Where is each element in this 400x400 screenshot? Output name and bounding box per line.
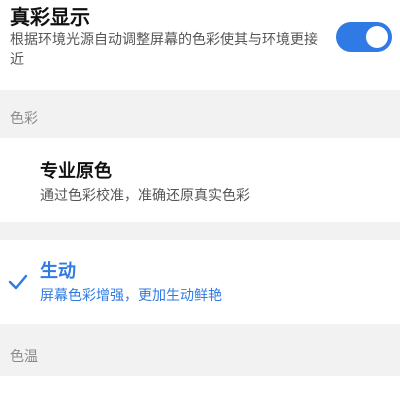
true-color-toggle[interactable] <box>336 22 392 52</box>
true-color-setting-row[interactable]: 真彩显示 根据环境光源自动调整屏幕的色彩使其与环境更接近 <box>0 0 400 90</box>
option-description: 通过色彩校准，准确还原真实色彩 <box>40 188 250 204</box>
option-title: 专业原色 <box>40 161 112 182</box>
display-settings-screen: 真彩显示 根据环境光源自动调整屏幕的色彩使其与环境更接近 色彩 专业原色 通过色… <box>0 0 400 400</box>
color-option-vivid[interactable]: 生动 屏幕色彩增强，更加生动鲜艳 <box>0 240 400 324</box>
toggle-knob <box>366 26 388 48</box>
checkmark-icon <box>8 274 28 290</box>
color-section-label: 色彩 <box>10 111 38 127</box>
temperature-setting-card[interactable] <box>0 376 400 400</box>
color-option-professional[interactable]: 专业原色 通过色彩校准，准确还原真实色彩 <box>0 138 400 222</box>
true-color-title: 真彩显示 <box>10 5 90 29</box>
temperature-section-label: 色温 <box>10 349 38 365</box>
option-title: 生动 <box>40 261 76 282</box>
true-color-description: 根据环境光源自动调整屏幕的色彩使其与环境更接近 <box>10 32 318 68</box>
option-description: 屏幕色彩增强，更加生动鲜艳 <box>40 288 222 304</box>
